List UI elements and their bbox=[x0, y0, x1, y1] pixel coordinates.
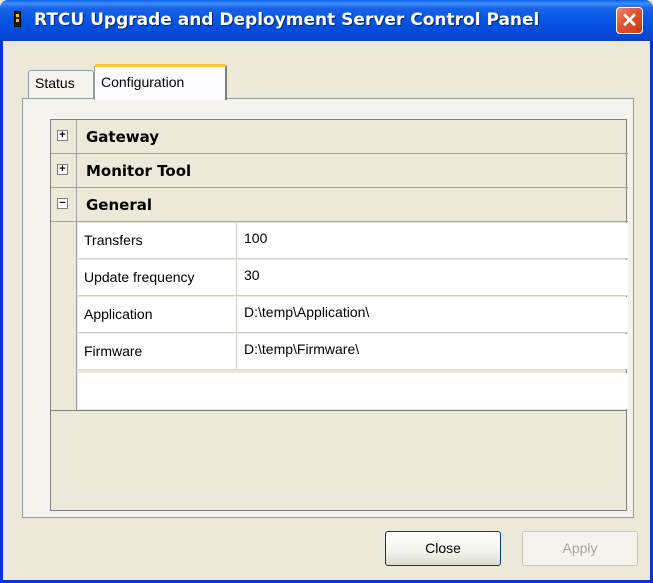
collapse-icon[interactable]: − bbox=[57, 198, 68, 209]
category-monitor-tool[interactable]: + Monitor Tool bbox=[51, 154, 628, 188]
rtcu-device-icon bbox=[14, 11, 21, 27]
close-icon: ✕ bbox=[621, 9, 638, 32]
tab-status[interactable]: Status bbox=[28, 70, 94, 98]
property-description-pane bbox=[51, 410, 626, 510]
tab-configuration[interactable]: Configuration bbox=[94, 64, 227, 100]
apply-button[interactable]: Apply bbox=[522, 531, 638, 566]
property-name: Update frequency bbox=[78, 260, 237, 295]
property-value[interactable]: 100 bbox=[244, 230, 267, 246]
category-label: Monitor Tool bbox=[86, 162, 192, 180]
property-row-application[interactable]: Application D:\temp\Application\ bbox=[78, 297, 628, 333]
property-grid: + Gateway + Monitor Tool − General Trans… bbox=[50, 119, 628, 511]
category-label: Gateway bbox=[86, 128, 160, 146]
window-title: RTCU Upgrade and Deployment Server Contr… bbox=[34, 10, 540, 30]
close-button[interactable]: Close bbox=[385, 531, 501, 566]
property-value[interactable]: D:\temp\Firmware\ bbox=[244, 341, 359, 357]
expand-icon[interactable]: + bbox=[57, 130, 68, 141]
dialog-window: RTCU Upgrade and Deployment Server Contr… bbox=[0, 0, 653, 583]
expand-icon[interactable]: + bbox=[57, 164, 68, 175]
category-general[interactable]: − General bbox=[51, 188, 628, 222]
property-row-firmware[interactable]: Firmware D:\temp\Firmware\ bbox=[78, 334, 628, 370]
title-bar[interactable]: RTCU Upgrade and Deployment Server Contr… bbox=[0, 0, 653, 41]
property-value[interactable]: D:\temp\Application\ bbox=[244, 304, 369, 320]
property-value[interactable]: 30 bbox=[244, 267, 260, 283]
grid-empty-area bbox=[78, 373, 628, 409]
close-window-button[interactable]: ✕ bbox=[616, 7, 643, 34]
property-name: Firmware bbox=[78, 334, 237, 369]
property-row-update-frequency[interactable]: Update frequency 30 bbox=[78, 260, 628, 296]
property-name: Transfers bbox=[78, 223, 237, 258]
category-gateway[interactable]: + Gateway bbox=[51, 120, 628, 154]
configuration-panel: + Gateway + Monitor Tool − General Trans… bbox=[22, 98, 634, 518]
category-label: General bbox=[86, 196, 152, 214]
property-name: Application bbox=[78, 297, 237, 332]
property-row-transfers[interactable]: Transfers 100 bbox=[78, 223, 628, 259]
